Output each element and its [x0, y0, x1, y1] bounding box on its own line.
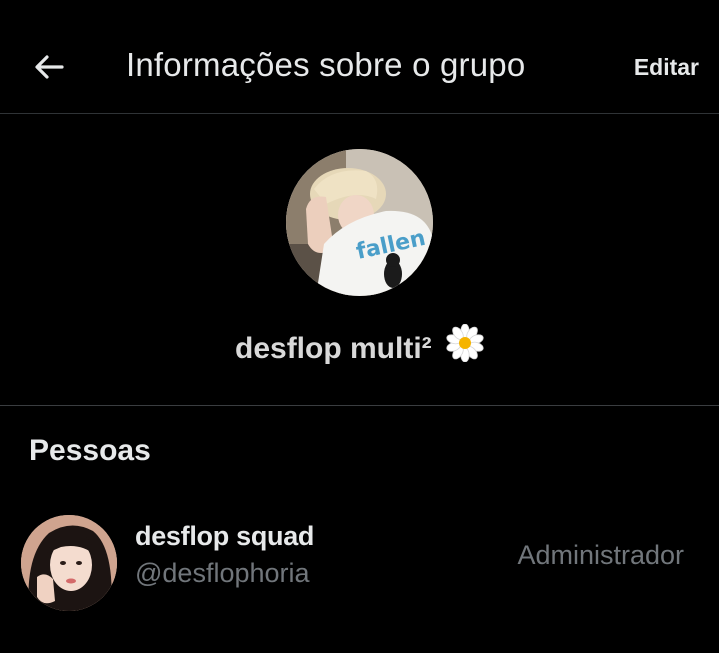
member-avatar-image	[21, 515, 117, 611]
page-title: Informações sobre o grupo	[126, 46, 526, 83]
group-avatar-image: fallen	[286, 149, 433, 296]
member-name: desflop squad	[135, 521, 315, 551]
member-avatar[interactable]	[21, 515, 117, 611]
group-name: desflop multi²	[235, 331, 432, 365]
people-heading: Pessoas	[29, 434, 151, 467]
member-role-badge: Administrador	[517, 540, 684, 570]
member-handle: @desflophoria	[135, 558, 310, 588]
group-name-row: desflop multi²	[0, 323, 719, 370]
daisy-flower-icon	[446, 323, 484, 370]
arrow-left-icon	[35, 55, 64, 79]
group-info: fallen desflop multi²	[0, 114, 719, 406]
edit-button[interactable]: Editar	[634, 54, 699, 81]
back-button[interactable]	[26, 44, 72, 90]
member-row[interactable]: desflop squad @desflophoria Administrado…	[0, 508, 719, 618]
group-avatar[interactable]: fallen	[286, 149, 433, 296]
top-bar: Informações sobre o grupo Editar	[0, 0, 719, 114]
